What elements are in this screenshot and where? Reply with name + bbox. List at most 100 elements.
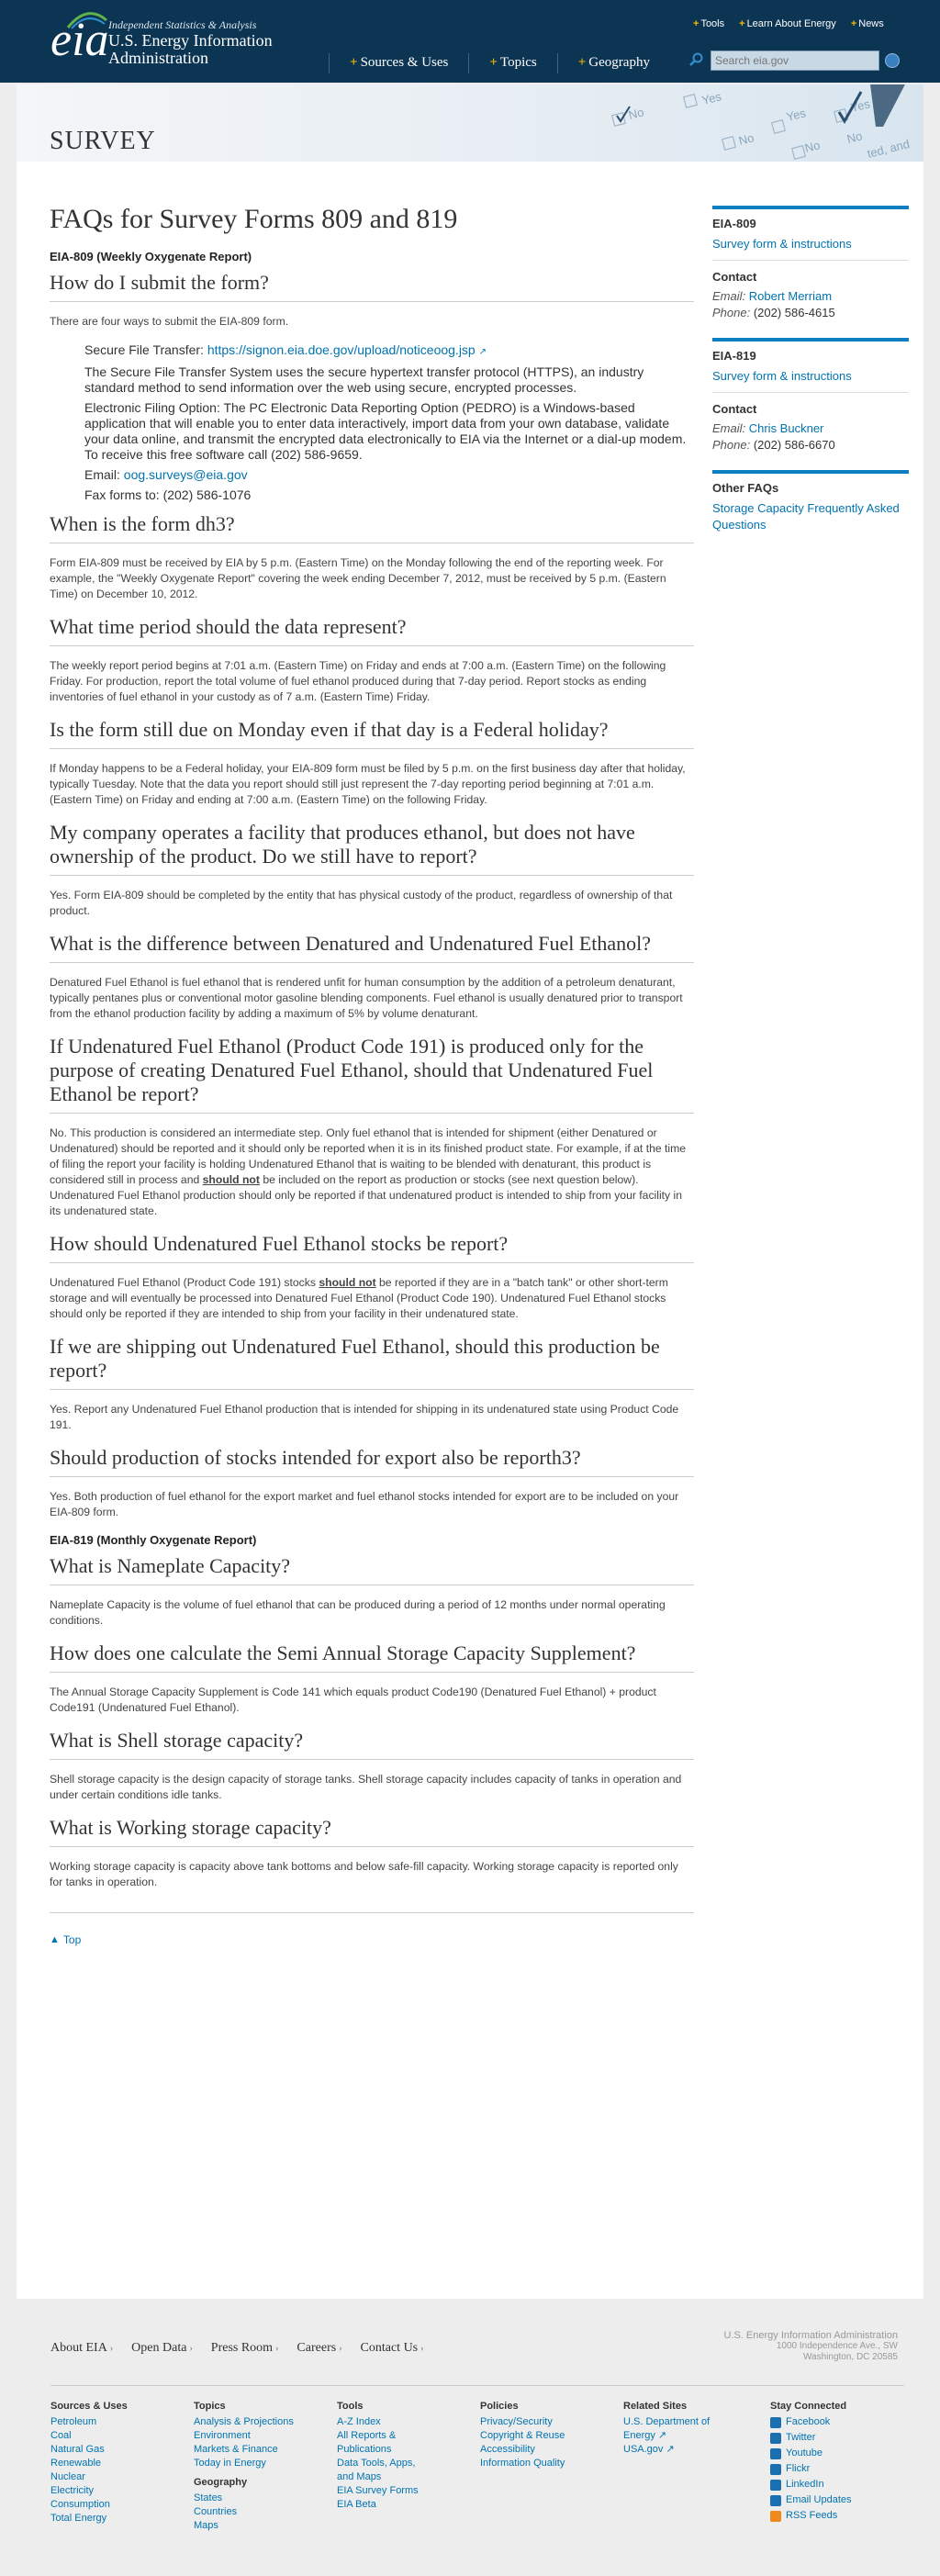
- pen-icon: [870, 84, 905, 127]
- util-learn-about-energy[interactable]: + Learn About Energy: [739, 18, 836, 29]
- footer-link[interactable]: Data Tools, Apps, and Maps: [337, 2457, 429, 2484]
- footer-link[interactable]: Copyright & Reuse: [480, 2429, 623, 2443]
- nav-geography[interactable]: + Geography: [578, 55, 650, 73]
- external-link-icon: ↗: [657, 2430, 667, 2441]
- search-input[interactable]: [711, 50, 879, 71]
- contact-phone: Phone: (202) 586-4615: [712, 305, 909, 321]
- agency-name[interactable]: Independent Statistics & Analysis U.S. E…: [108, 18, 273, 67]
- footer-nav-label: Open Data: [131, 2341, 187, 2355]
- secure-file-transfer: Secure File Transfer: https://signon.eia…: [84, 342, 694, 360]
- survey-form-link-809[interactable]: Survey form & instructions: [712, 236, 909, 252]
- footer-link[interactable]: Coal: [50, 2429, 194, 2443]
- footer-link[interactable]: Consumption: [50, 2498, 194, 2512]
- footer-link[interactable]: Renewable: [50, 2457, 194, 2470]
- answer-emphasis: should not: [319, 1276, 376, 1289]
- util-tools[interactable]: + Tools: [693, 18, 724, 29]
- footer-link[interactable]: EIA Survey Forms: [337, 2484, 480, 2498]
- secure-file-transfer-link[interactable]: https://signon.eia.doe.gov/upload/notice…: [207, 342, 476, 357]
- survey-form-link-819[interactable]: Survey form & instructions: [712, 368, 909, 385]
- footer-link[interactable]: EIA Beta: [337, 2498, 480, 2512]
- footer-link[interactable]: Maps: [194, 2519, 337, 2533]
- footer-link[interactable]: USA.gov ↗: [623, 2443, 770, 2457]
- eia-logo[interactable]: eia: [50, 13, 109, 68]
- footer-col-title: Policies: [480, 2401, 519, 2412]
- main-nav: + Sources & Uses + Topics + Geography: [329, 53, 650, 73]
- back-to-top-link[interactable]: ▲ Top: [50, 1933, 694, 1946]
- sidebar: EIA-809 Survey form & instructions Conta…: [712, 206, 909, 550]
- plus-icon: +: [577, 55, 587, 70]
- sidebar-box-title: Other FAQs: [712, 481, 779, 495]
- contact-email-link[interactable]: Chris Buckner: [749, 421, 824, 435]
- social-email-updates[interactable]: Email Updates: [770, 2493, 880, 2507]
- footer-link[interactable]: Natural Gas: [50, 2443, 194, 2457]
- social-linkedin[interactable]: LinkedIn: [770, 2478, 880, 2492]
- footer-link[interactable]: Environment: [194, 2429, 337, 2443]
- answer-text: Undenatured Fuel Ethanol (Product Code 1…: [50, 1276, 319, 1289]
- footer-nav-press-room[interactable]: Press Room ›: [211, 2341, 279, 2356]
- footer-link[interactable]: Analysis & Projections: [194, 2415, 337, 2429]
- footer-link-label: USA.gov: [623, 2444, 664, 2455]
- faq-answer: Undenatured Fuel Ethanol (Product Code 1…: [50, 1275, 694, 1322]
- footer-nav-about-eia[interactable]: About EIA ›: [50, 2341, 113, 2356]
- util-label: Learn About Energy: [746, 18, 836, 29]
- footer-col-title: Geography: [194, 2477, 248, 2488]
- faq-answer: Shell storage capacity is the design cap…: [50, 1773, 682, 1801]
- faq-question: What is Working storage capacity?: [50, 1816, 694, 1847]
- footer-link[interactable]: Privacy/Security: [480, 2415, 623, 2429]
- footer-link[interactable]: Today in Energy: [194, 2457, 337, 2470]
- agency-name-line1: U.S. Energy Information: [108, 31, 273, 50]
- util-news[interactable]: + News: [851, 18, 884, 29]
- plus-icon: +: [850, 18, 857, 29]
- nav-topics[interactable]: + Topics: [489, 55, 536, 73]
- sidebar-box-title: EIA-809: [712, 217, 756, 230]
- footer-link[interactable]: Information Quality: [480, 2457, 623, 2470]
- footer-link[interactable]: States: [194, 2492, 337, 2505]
- footer-link[interactable]: Electricity: [50, 2484, 194, 2498]
- footer-nav-careers[interactable]: Careers ›: [297, 2341, 341, 2356]
- chevron-right-icon: ›: [420, 2344, 424, 2354]
- social-twitter[interactable]: Twitter: [770, 2431, 880, 2445]
- util-label: News: [858, 18, 884, 29]
- footer-link[interactable]: Countries: [194, 2505, 337, 2519]
- sidebar-box-809: EIA-809 Survey form & instructions Conta…: [712, 206, 909, 321]
- electronic-filing-option: Electronic Filing Option: The PC Electro…: [84, 400, 687, 462]
- footer-nav: About EIA › Open Data › Press Room › Career…: [50, 2341, 423, 2356]
- footer-link[interactable]: Accessibility: [480, 2443, 623, 2457]
- nav-label: Sources & Uses: [360, 55, 449, 70]
- email-label: Email:: [712, 289, 749, 303]
- external-link-icon: ↗: [666, 2444, 675, 2455]
- footer-col-sources: Sources & Uses Petroleum Coal Natural Ga…: [50, 2400, 194, 2533]
- search-submit-button[interactable]: [885, 53, 900, 68]
- plus-icon: +: [693, 18, 699, 29]
- nav-sources-uses[interactable]: + Sources & Uses: [350, 55, 448, 73]
- footer-nav-contact-us[interactable]: Contact Us ›: [361, 2341, 424, 2356]
- footer-nav-open-data[interactable]: Open Data ›: [131, 2341, 193, 2356]
- footer-link[interactable]: Markets & Finance: [194, 2443, 337, 2457]
- footer-link[interactable]: A-Z Index: [337, 2415, 480, 2429]
- footer-nav-label: Press Room: [210, 2341, 274, 2355]
- footer-link[interactable]: Total Energy: [50, 2512, 194, 2526]
- social-youtube[interactable]: Youtube: [770, 2447, 880, 2460]
- storage-capacity-faq-link[interactable]: Storage Capacity Frequently Asked Questi…: [712, 500, 909, 533]
- footer-link[interactable]: U.S. Department of Energy ↗: [623, 2415, 715, 2443]
- footer-link[interactable]: Nuclear: [50, 2470, 194, 2484]
- faq-question: What is Nameplate Capacity?: [50, 1554, 694, 1585]
- email-link[interactable]: oog.surveys@eia.gov: [124, 467, 248, 482]
- top-link-label[interactable]: Top: [63, 1933, 81, 1946]
- nav-label: Geography: [588, 55, 650, 70]
- contact-email-link[interactable]: Robert Merriam: [749, 289, 832, 303]
- social-label: LinkedIn: [786, 2479, 824, 2490]
- footer-link[interactable]: All Reports & Publications: [337, 2429, 429, 2457]
- social-rss[interactable]: RSS Feeds: [770, 2509, 880, 2523]
- faq-answer: Form EIA-809 must be received by EIA by …: [50, 556, 666, 600]
- agency-tagline: Independent Statistics & Analysis: [108, 18, 257, 31]
- social-facebook[interactable]: Facebook: [770, 2415, 880, 2429]
- footer-col-title: Sources & Uses: [50, 2401, 128, 2412]
- phone-value: (202) 586-6670: [753, 438, 835, 452]
- banner-word: No: [737, 130, 755, 148]
- sft-description: The Secure File Transfer System uses the…: [84, 364, 644, 395]
- plus-icon: +: [489, 55, 498, 70]
- utility-nav: + Tools + Learn About Energy + News: [693, 18, 884, 29]
- social-flickr[interactable]: Flickr: [770, 2462, 880, 2476]
- footer-link[interactable]: Petroleum: [50, 2415, 194, 2429]
